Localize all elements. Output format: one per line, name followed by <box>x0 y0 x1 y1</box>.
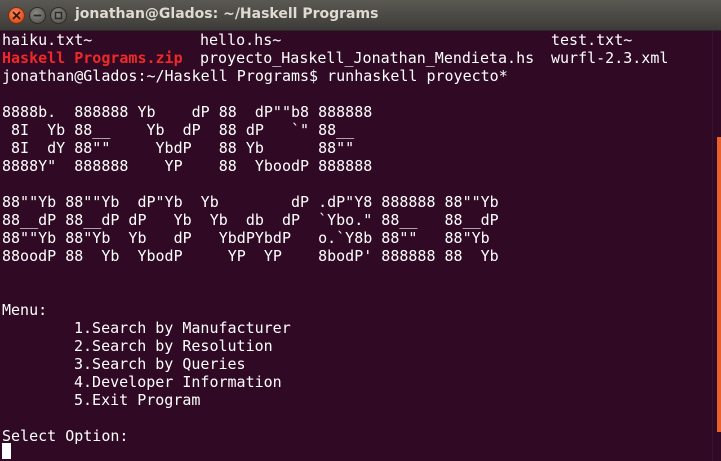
banner-line: 88oodP 88 Yb YbodP YP YP 8bodP' 888888 8… <box>2 247 499 265</box>
menu-item: 1.Search by Manufacturer <box>74 319 291 337</box>
maximize-icon <box>54 11 63 20</box>
banner-line: 8888Y" 888888 YP 88 YboodP 888888 <box>2 157 373 175</box>
terminal-window: jonathan@Glados: ~/Haskell Programs haik… <box>0 0 721 461</box>
file-entry-archive: Haskell Programs.zip <box>2 49 183 67</box>
terminal-margin-line <box>712 31 713 461</box>
maximize-button[interactable] <box>50 7 67 24</box>
minimize-icon <box>33 14 42 17</box>
menu-item: 5.Exit Program <box>74 391 201 409</box>
window-title: jonathan@Glados: ~/Haskell Programs <box>75 6 379 22</box>
text-cursor <box>2 443 11 459</box>
banner-line: 8I dY 88"" YbdP 88 Yb 88"" <box>2 139 355 157</box>
banner-line: 88""Yb 88""Yb dP"Yb Yb dP .dP"Y8 888888 … <box>2 193 499 211</box>
scrollbar[interactable] <box>717 137 721 432</box>
file-entry: hello.hs~ <box>200 31 282 49</box>
close-button[interactable] <box>8 7 25 24</box>
banner-line: 88__dP 88__dP dP Yb Yb db dP `Ybo." 88__… <box>2 211 499 229</box>
menu-item: 3.Search by Queries <box>74 355 246 373</box>
banner-line: 8I Yb 88__ Yb dP 88 dP `" 88__ <box>2 121 355 139</box>
terminal-area[interactable]: haiku.txt~ hello.hs~ test.txt~ Haskell P… <box>0 31 721 461</box>
banner-line: 88""Yb 88"Yb Yb dP YbdPYbdP o.`Y8b 88"" … <box>2 229 490 247</box>
menu-item: 2.Search by Resolution <box>74 337 273 355</box>
banner-line: 8888b. 888888 Yb dP 88 dP""b8 888888 <box>2 103 373 121</box>
file-entry: wurfl-2.3.xml <box>551 49 669 67</box>
file-entry: proyecto_Haskell_Jonathan_Mendieta.hs <box>200 49 535 67</box>
menu-item: 4.Developer Information <box>74 373 282 391</box>
minimize-button[interactable] <box>29 7 46 24</box>
select-option-prompt: Select Option: <box>2 427 129 445</box>
file-entry: test.txt~ <box>551 31 633 49</box>
menu-heading: Menu: <box>2 301 48 319</box>
file-entry: haiku.txt~ <box>2 31 93 49</box>
title-bar[interactable]: jonathan@Glados: ~/Haskell Programs <box>0 0 721 31</box>
shell-prompt: jonathan@Glados:~/Haskell Programs$ runh… <box>2 67 508 85</box>
close-icon <box>12 11 21 20</box>
